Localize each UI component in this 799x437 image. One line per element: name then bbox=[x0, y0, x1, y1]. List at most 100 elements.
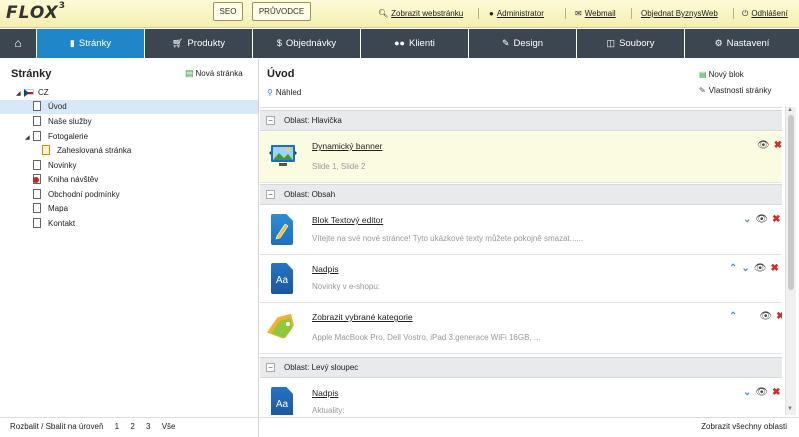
logout-label: Odhlášení bbox=[751, 9, 788, 18]
tree-item-guestbook[interactable]: Kniha návštěv bbox=[0, 173, 258, 187]
nav-clients-label: Klienti bbox=[409, 38, 435, 49]
collapse-triangle-icon[interactable]: ◢ bbox=[16, 87, 24, 101]
main-nav: ⌂ ▮ Stránky 🛒︎ Produkty $ Objednávky ●● Klie… bbox=[0, 29, 799, 59]
block-categories[interactable]: Zobrazit vybrané kategorie Apple MacBook… bbox=[260, 303, 782, 354]
cart-icon: 🛒︎ bbox=[172, 38, 184, 48]
block-name[interactable]: Nadpis bbox=[312, 264, 338, 274]
gear-icon: ⚙ bbox=[714, 38, 723, 48]
collapse-icon[interactable]: − bbox=[266, 190, 275, 199]
tree-item-news[interactable]: Novinky bbox=[0, 159, 258, 173]
tree-item-gallery[interactable]: ◢ Fotogalerie bbox=[0, 130, 258, 144]
move-down-icon[interactable]: ⌄ bbox=[741, 263, 749, 274]
tree-item-label: Fotogalerie bbox=[48, 132, 89, 141]
nav-clients[interactable]: ●● Klienti bbox=[361, 29, 468, 58]
block-name[interactable]: Blok Textový editor bbox=[312, 215, 383, 225]
tree-item-label: Zaheslovaná stránka bbox=[57, 146, 132, 155]
blocks-scrollbar[interactable]: ▲ ▼ bbox=[785, 107, 796, 415]
logout-link[interactable]: ⏻ Odhlášení bbox=[742, 9, 788, 19]
pencil-icon: ✎ bbox=[699, 86, 706, 95]
preview-link[interactable]: ⚲ Náhled bbox=[267, 88, 301, 97]
nav-settings[interactable]: ⚙ Nastavení bbox=[685, 29, 799, 58]
page-icon bbox=[33, 101, 41, 111]
block-name[interactable]: Zobrazit vybrané kategorie bbox=[312, 312, 413, 322]
area-left-column[interactable]: − Oblast: Levý sloupec bbox=[260, 357, 782, 378]
level-all-link[interactable]: Vše bbox=[162, 422, 176, 431]
pages-title: Stránky bbox=[11, 68, 52, 80]
delete-icon[interactable]: ✖ bbox=[774, 140, 782, 151]
nav-design[interactable]: ✎ Design bbox=[469, 29, 576, 58]
collapse-icon[interactable]: − bbox=[266, 363, 275, 372]
heading-icon-text: Aa bbox=[275, 399, 289, 410]
level-2-link[interactable]: 2 bbox=[130, 422, 134, 431]
scroll-thumb[interactable] bbox=[788, 115, 794, 290]
collapse-icon[interactable]: − bbox=[266, 116, 275, 125]
eye-icon[interactable]: 👁︎ bbox=[755, 214, 768, 225]
eye-icon[interactable]: 👁︎ bbox=[759, 311, 772, 322]
show-all-areas-link[interactable]: Zobrazit všechny oblasti bbox=[260, 417, 799, 437]
block-dynamic-banner[interactable]: Dynamický banner Slide 1, Slide 2 👁︎ ✖ bbox=[260, 132, 782, 183]
divider bbox=[733, 8, 734, 19]
scroll-up-icon[interactable]: ▲ bbox=[787, 107, 793, 113]
page-properties-button[interactable]: ✎ Vlastnosti stránky bbox=[699, 86, 771, 95]
flox-logo[interactable]: FLOX3 bbox=[6, 1, 66, 23]
page-icon bbox=[33, 116, 41, 126]
block-actions: ⌃ ⌄ 👁︎ ✖ bbox=[725, 263, 779, 274]
nav-products[interactable]: 🛒︎ Produkty bbox=[145, 29, 252, 58]
order-label: Objednat ByznysWeb bbox=[641, 9, 718, 18]
tree-root-cz[interactable]: ◢ CZ bbox=[0, 86, 258, 100]
page-error-icon bbox=[33, 174, 41, 184]
delete-icon[interactable]: ✖ bbox=[776, 311, 782, 322]
delete-icon[interactable]: ✖ bbox=[772, 214, 780, 225]
area-header[interactable]: − Oblast: Hlavička bbox=[260, 110, 782, 131]
seo-button[interactable]: SEO bbox=[213, 2, 243, 21]
expand-collapse-label: Rozbalit / Sbalit na úroveň bbox=[10, 422, 104, 431]
move-up-icon[interactable]: ⌃ bbox=[729, 311, 737, 322]
nav-orders[interactable]: $ Objednávky bbox=[253, 29, 360, 58]
guide-button[interactable]: PRŮVODCE bbox=[252, 2, 311, 21]
nav-files[interactable]: ◫ Soubory bbox=[577, 29, 684, 58]
collapse-triangle-icon[interactable]: ◢ bbox=[25, 131, 33, 145]
area-content[interactable]: − Oblast: Obsah bbox=[260, 184, 782, 205]
add-block-icon: ▤ bbox=[699, 70, 707, 79]
nav-pages[interactable]: ▮ Stránky bbox=[37, 29, 144, 58]
mail-icon: ✉ bbox=[575, 9, 582, 18]
tree-item-map[interactable]: Mapa bbox=[0, 202, 258, 216]
nav-settings-label: Nastavení bbox=[726, 38, 770, 49]
tree-item-uvod[interactable]: Úvod bbox=[0, 100, 258, 114]
tree-item-contact[interactable]: Kontakt bbox=[0, 217, 258, 231]
divider bbox=[565, 8, 566, 19]
tree-item-services[interactable]: Naše služby bbox=[0, 115, 258, 129]
show-site-link[interactable]: 🔍︎ Zobrazit webstránku bbox=[378, 9, 463, 18]
delete-icon[interactable]: ✖ bbox=[770, 263, 778, 274]
eye-icon[interactable]: 👁︎ bbox=[757, 140, 770, 151]
move-down-icon[interactable]: ⌄ bbox=[743, 387, 751, 398]
preview-label: Náhled bbox=[275, 88, 302, 97]
nav-home[interactable]: ⌂ bbox=[0, 29, 36, 58]
page-icon bbox=[33, 203, 41, 213]
show-site-label: Zobrazit webstránku bbox=[391, 9, 464, 18]
level-3-link[interactable]: 3 bbox=[146, 422, 150, 431]
new-block-button[interactable]: ▤ Nový blok bbox=[699, 70, 744, 79]
block-heading-2[interactable]: Aa Nadpis Aktuality: ⌄ 👁︎ ✖ bbox=[260, 379, 782, 415]
webmail-link[interactable]: ✉ Webmail bbox=[575, 9, 616, 18]
nav-orders-label: Objednávky bbox=[285, 38, 337, 49]
block-heading[interactable]: Aa Nadpis Novinky v e-shopu: ⌃ ⌄ 👁︎ ✖ bbox=[260, 255, 782, 303]
block-text-editor[interactable]: Blok Textový editor Vítejte na své nové … bbox=[260, 206, 782, 255]
home-icon: ⌂ bbox=[14, 36, 22, 50]
admin-link[interactable]: ● Administrator bbox=[489, 9, 544, 18]
move-up-icon[interactable]: ⌃ bbox=[729, 263, 737, 274]
order-link[interactable]: Objednat ByznysWeb bbox=[641, 9, 718, 18]
add-page-icon: ▤ bbox=[185, 68, 194, 78]
eye-icon[interactable]: 👁︎ bbox=[755, 387, 768, 398]
tree-item-protected[interactable]: Zaheslovaná stránka bbox=[0, 144, 258, 158]
level-1-link[interactable]: 1 bbox=[115, 422, 119, 431]
new-page-button[interactable]: ▤ Nová stránka bbox=[185, 68, 243, 79]
block-name[interactable]: Dynamický banner bbox=[312, 141, 382, 151]
tree-item-label: Naše služby bbox=[48, 117, 92, 126]
delete-icon[interactable]: ✖ bbox=[772, 387, 780, 398]
move-down-icon[interactable]: ⌄ bbox=[743, 214, 751, 225]
tree-item-terms[interactable]: Obchodní podmínky bbox=[0, 188, 258, 202]
eye-icon[interactable]: 👁︎ bbox=[754, 263, 767, 274]
block-name[interactable]: Nadpis bbox=[312, 388, 338, 398]
scroll-down-icon[interactable]: ▼ bbox=[787, 406, 793, 412]
